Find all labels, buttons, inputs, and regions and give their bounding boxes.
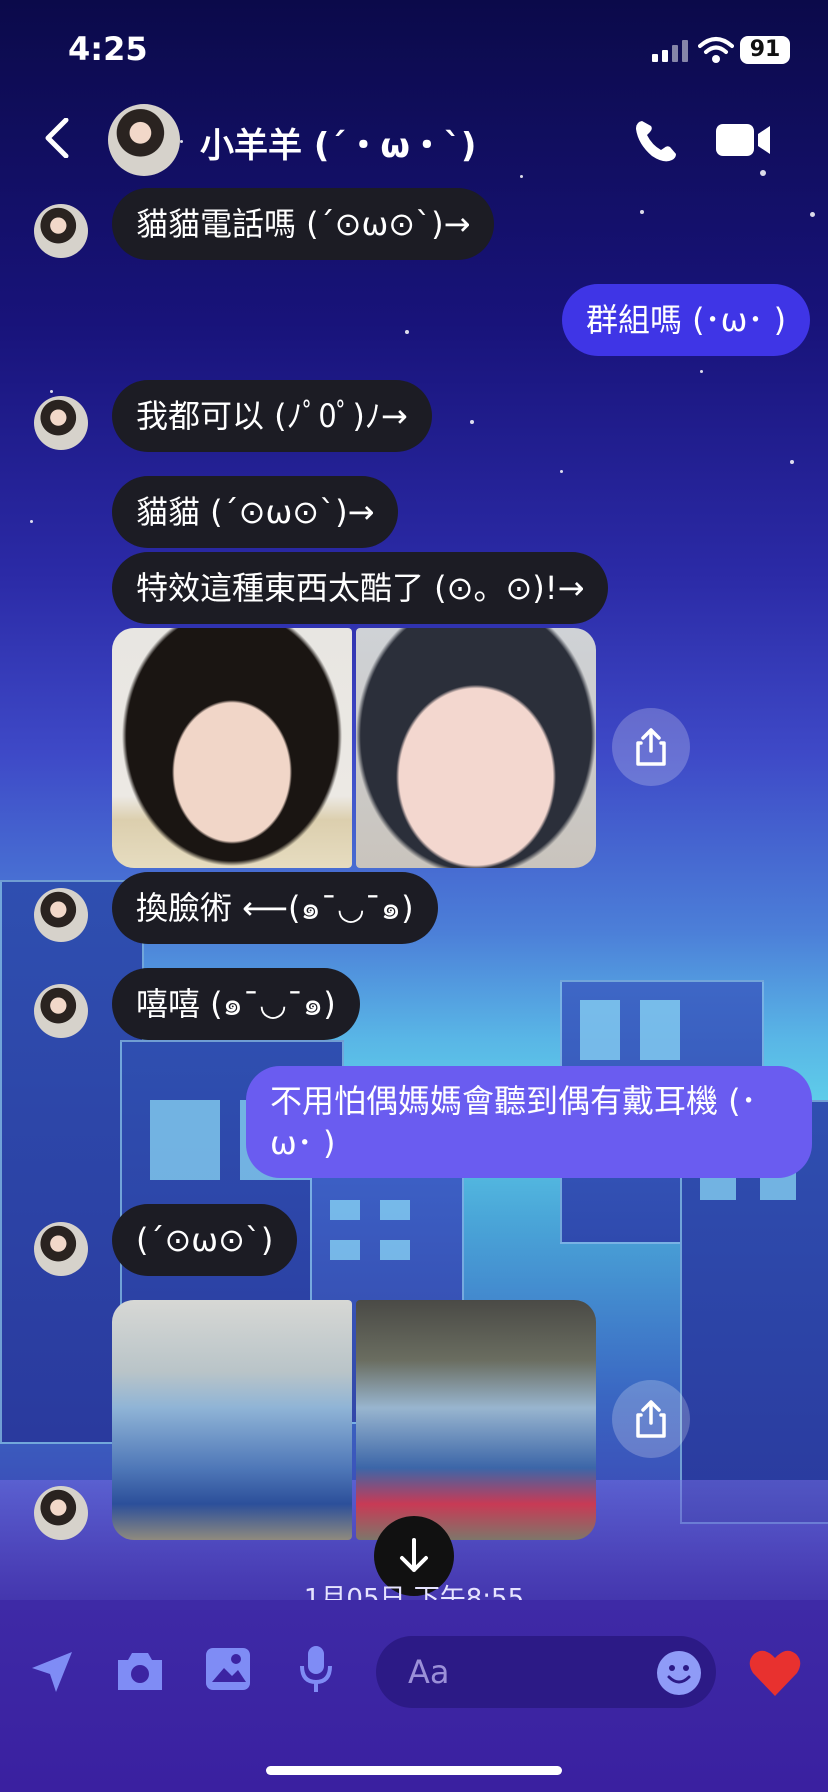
- avatar[interactable]: [34, 396, 88, 450]
- avatar[interactable]: [34, 204, 88, 258]
- battery-indicator: 91: [740, 36, 790, 64]
- arrow-down-icon: [400, 1538, 428, 1572]
- photo-selfie-1[interactable]: [112, 628, 352, 868]
- cellular-signal-icon: [652, 40, 692, 62]
- avatar[interactable]: [34, 984, 88, 1038]
- photo-group-2[interactable]: [356, 1300, 596, 1540]
- battery-level: 91: [749, 37, 781, 62]
- contact-name[interactable]: 小羊羊 (´・ω・`): [200, 118, 476, 167]
- microphone-icon[interactable]: [298, 1644, 334, 1694]
- avatar[interactable]: [34, 1222, 88, 1276]
- avatar[interactable]: [34, 888, 88, 942]
- avatar[interactable]: [34, 1486, 88, 1540]
- message-bubble[interactable]: 特效這種東西太酷了 (⊙。⊙)!→: [112, 552, 609, 624]
- message-bubble[interactable]: 換臉術 ⟵(๑¯◡¯๑): [112, 872, 438, 944]
- camera-icon[interactable]: [114, 1648, 166, 1694]
- message-bubble[interactable]: 不用怕偶媽媽會聽到偶有戴耳機 (･ω･ ): [246, 1066, 812, 1178]
- phone-icon[interactable]: [632, 118, 678, 164]
- contact-avatar[interactable]: [108, 104, 180, 176]
- back-chevron-icon[interactable]: [40, 117, 76, 159]
- share-icon: [636, 1400, 666, 1438]
- image-icon[interactable]: [204, 1646, 252, 1692]
- message-bubble[interactable]: 群組嗎 (･ω･ ): [562, 284, 811, 356]
- location-arrow-icon[interactable]: [28, 1648, 76, 1696]
- message-bubble[interactable]: (´⊙ω⊙`): [112, 1204, 298, 1276]
- video-camera-icon[interactable]: [716, 120, 772, 160]
- home-indicator: [266, 1766, 562, 1775]
- message-bubble[interactable]: 嘻嘻 (๑¯◡¯๑): [112, 968, 360, 1040]
- message-bubble[interactable]: 我都可以 (ﾉﾟ0ﾟ)ﾉ→: [112, 380, 432, 452]
- share-icon: [636, 728, 666, 766]
- message-bubble[interactable]: 貓貓電話嗎 (´⊙ω⊙`)→: [112, 188, 495, 260]
- share-button[interactable]: [612, 1380, 690, 1458]
- photo-selfie-2[interactable]: [356, 628, 596, 868]
- status-time: 4:25: [68, 30, 148, 68]
- chat-screen: 4:25 91 小羊羊 (´・ω・`) 貓貓電話嗎 (´⊙ω⊙`)→ 群組嗎 (…: [0, 0, 828, 1792]
- heart-icon[interactable]: [748, 1648, 802, 1698]
- emoji-icon[interactable]: [656, 1650, 702, 1696]
- photo-group-1[interactable]: [112, 1300, 352, 1540]
- message-bubble[interactable]: 貓貓 (´⊙ω⊙`)→: [112, 476, 399, 548]
- share-button[interactable]: [612, 708, 690, 786]
- wifi-icon: [698, 36, 734, 64]
